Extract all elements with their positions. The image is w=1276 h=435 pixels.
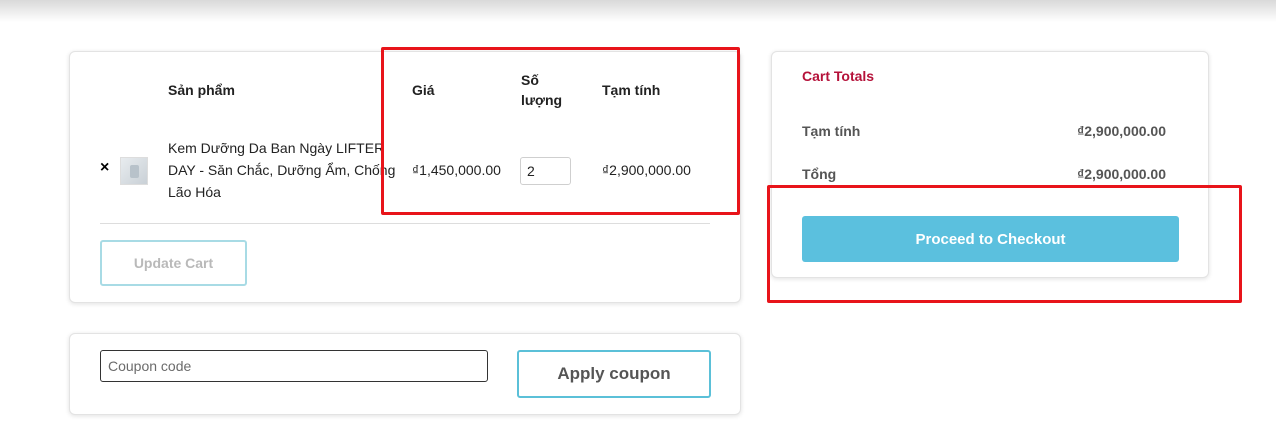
coupon-card: Apply coupon <box>69 333 741 415</box>
update-cart-button[interactable]: Update Cart <box>100 240 247 286</box>
totals-subtotal-value: ₫2,900,000.00 <box>1077 123 1166 139</box>
remove-item-icon[interactable]: × <box>100 159 109 177</box>
table-divider <box>100 223 710 224</box>
apply-coupon-button[interactable]: Apply coupon <box>517 350 711 398</box>
totals-total-value: ₫2,900,000.00 <box>1077 166 1166 182</box>
checkout-highlight-box <box>767 185 1242 303</box>
product-jar-icon <box>130 165 139 178</box>
price-quantity-highlight-box <box>381 47 740 215</box>
header-shadow <box>0 0 1276 22</box>
coupon-code-input[interactable] <box>100 350 488 382</box>
product-column-header: Sản phẩm <box>168 82 235 98</box>
product-thumbnail[interactable] <box>120 157 148 185</box>
totals-subtotal-label: Tạm tính <box>802 123 861 139</box>
product-name-link[interactable]: Kem Dưỡng Da Ban Ngày LIFTER DAY - Săn C… <box>168 137 398 203</box>
totals-total-label: Tổng <box>802 166 837 182</box>
cart-totals-title: Cart Totals <box>802 68 875 84</box>
